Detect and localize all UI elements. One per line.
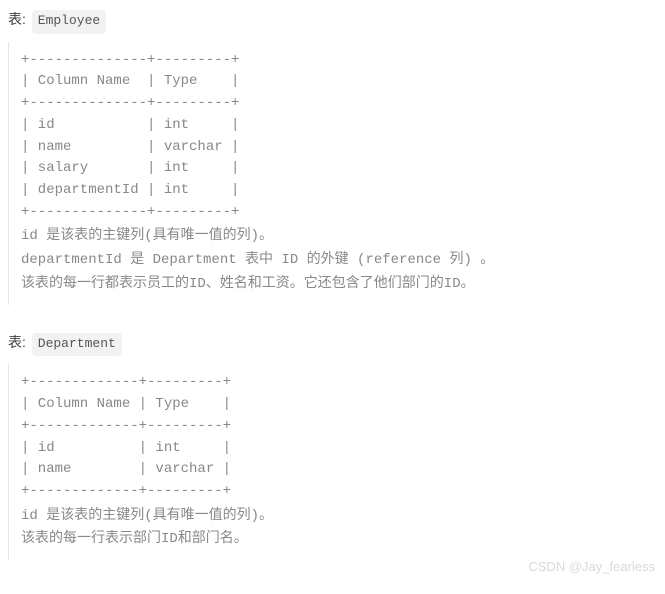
table1-schema-block: +--------------+---------+ | Column Name… (8, 42, 657, 305)
table1-desc-line3: 该表的每一行都表示员工的ID、姓名和工资。它还包含了他们部门的ID。 (21, 273, 645, 297)
table2-name-tag: Department (32, 333, 122, 357)
table1-desc-line1: id 是该表的主键列(具有唯一值的列)。 (21, 225, 645, 249)
table2-schema: +-------------+---------+ | Column Name … (21, 372, 645, 502)
table2-desc-line1: id 是该表的主键列(具有唯一值的列)。 (21, 505, 645, 529)
watermark: CSDN @Jay_fearless (528, 557, 655, 578)
table2-label-prefix: 表: (8, 334, 30, 350)
table1-schema: +--------------+---------+ | Column Name… (21, 50, 645, 224)
table2-schema-block: +-------------+---------+ | Column Name … (8, 364, 657, 560)
table1-label: 表: Employee (8, 8, 657, 34)
table1-description: id 是该表的主键列(具有唯一值的列)。 departmentId 是 Depa… (21, 225, 645, 296)
table1-label-prefix: 表: (8, 11, 30, 27)
table2-label: 表: Department (8, 331, 657, 357)
table2-description: id 是该表的主键列(具有唯一值的列)。 该表的每一行表示部门ID和部门名。 (21, 505, 645, 553)
table1-name-tag: Employee (32, 10, 106, 34)
table1-desc-line2: departmentId 是 Department 表中 ID 的外键 (ref… (21, 249, 645, 273)
table2-desc-line2: 该表的每一行表示部门ID和部门名。 (21, 528, 645, 552)
